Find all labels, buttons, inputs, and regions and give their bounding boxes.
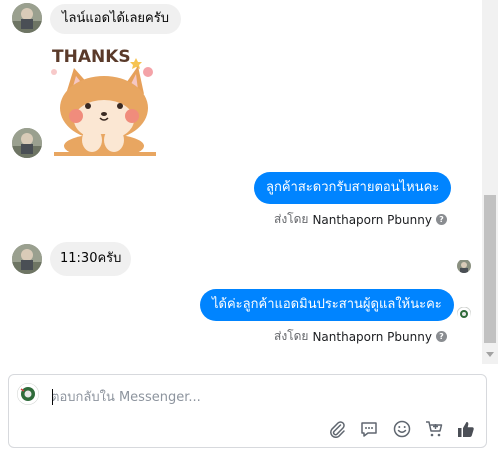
seen-receipt-page-avatar: [457, 306, 471, 320]
scroll-down-arrow-icon[interactable]: [486, 352, 494, 357]
message-text: ได้ค่ะลูกค้าแอดมินประสานผู้ดูแลให้นะคะ: [212, 297, 442, 312]
sent-by-prefix: ส่งโดย: [274, 212, 309, 226]
customer-avatar[interactable]: [12, 3, 42, 33]
sent-by-label: ส่งโดย Nanthaporn Pbunny ?: [274, 210, 447, 229]
message-text: 11:30ครับ: [60, 251, 122, 266]
incoming-message[interactable]: ไลน์แอดได้เลยครับ: [50, 4, 181, 34]
thanks-sticker[interactable]: THANKS: [44, 42, 160, 158]
outgoing-message[interactable]: ได้ค่ะลูกค้าแอดมินประสานผู้ดูแลให้นะคะ: [200, 289, 454, 321]
sender-name[interactable]: Nanthaporn Pbunny: [312, 213, 431, 227]
outgoing-message[interactable]: ลูกค้าสะดวกรับสายตอนไหนคะ: [254, 172, 452, 204]
cart-icon[interactable]: [424, 419, 444, 439]
info-icon[interactable]: ?: [435, 214, 447, 225]
customer-avatar[interactable]: [12, 244, 42, 274]
message-text: ไลน์แอดได้เลยครับ: [62, 11, 169, 26]
page-avatar: [17, 383, 39, 405]
sent-by-prefix: ส่งโดย: [274, 329, 309, 343]
like-icon[interactable]: [456, 419, 476, 439]
emoji-icon[interactable]: [392, 419, 412, 439]
sent-by-label: ส่งโดย Nanthaporn Pbunny ?: [274, 327, 447, 346]
thread-scrollbar[interactable]: [482, 0, 498, 364]
attach-icon[interactable]: [327, 419, 347, 439]
message-text: ลูกค้าสะดวกรับสายตอนไหนคะ: [266, 180, 440, 195]
saved-reply-icon[interactable]: [359, 419, 379, 439]
message-thread[interactable]: ไลน์แอดได้เลยครับ THANKS ลูกค้าสะดวกรับส…: [0, 0, 482, 364]
reply-composer: [8, 374, 487, 448]
seen-receipt-avatar: [457, 259, 471, 273]
incoming-message[interactable]: 11:30ครับ: [50, 242, 132, 276]
sender-name[interactable]: Nanthaporn Pbunny: [312, 330, 431, 344]
info-icon[interactable]: ?: [435, 331, 447, 342]
sticker-text: THANKS: [52, 47, 131, 67]
scrollbar-thumb[interactable]: [484, 195, 496, 343]
reply-input[interactable]: [51, 387, 471, 407]
customer-avatar[interactable]: [12, 128, 42, 158]
text-caret: [52, 389, 53, 405]
